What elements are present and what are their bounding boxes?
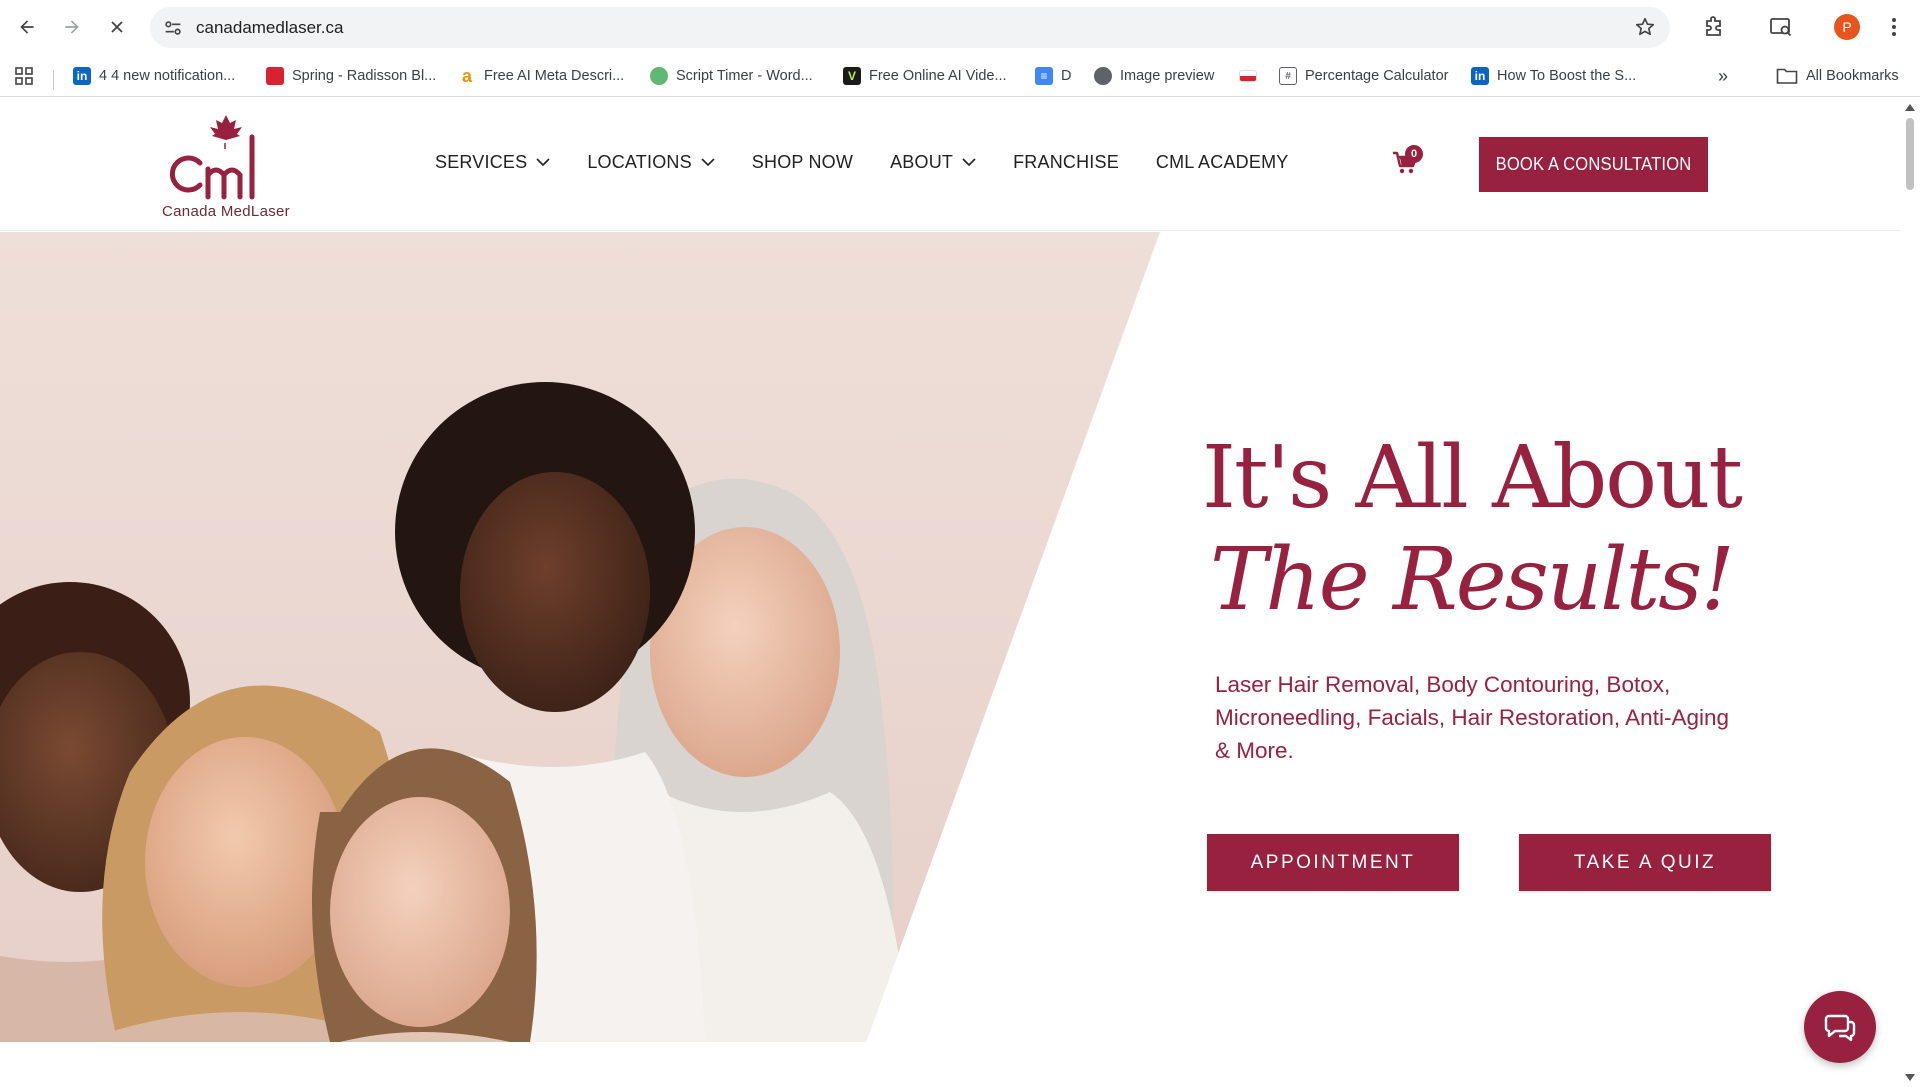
linkedin-icon: in bbox=[1471, 67, 1489, 85]
google-docs-icon: ≡ bbox=[1035, 67, 1053, 85]
back-button[interactable] bbox=[10, 10, 44, 44]
nav-label: FRANCHISE bbox=[1013, 152, 1119, 172]
url-text[interactable]: canadamedlaser.ca bbox=[196, 18, 343, 38]
all-bookmarks-button[interactable]: All Bookmarks bbox=[1776, 64, 1899, 88]
bookmark-item[interactable]: in How To Boost the S... bbox=[1471, 64, 1636, 88]
close-icon bbox=[111, 21, 123, 33]
nav-locations[interactable]: LOCATIONS bbox=[587, 152, 715, 173]
profile-avatar[interactable]: P bbox=[1834, 14, 1860, 40]
nav-services[interactable]: SERVICES bbox=[435, 152, 550, 173]
main-nav: SERVICES LOCATIONS SHOP NOW ABOUT FRANCH… bbox=[435, 152, 1325, 173]
puzzle-icon bbox=[1706, 16, 1721, 36]
bookmark-item[interactable]: Image preview bbox=[1094, 64, 1214, 88]
nav-label: ABOUT bbox=[890, 152, 954, 172]
nav-label: LOCATIONS bbox=[587, 152, 692, 172]
bookmark-item[interactable]: Spring - Radisson Bl... bbox=[266, 64, 436, 88]
book-consultation-button[interactable]: BOOK A CONSULTATION bbox=[1478, 137, 1709, 192]
apps-grid-icon bbox=[15, 67, 33, 85]
timer-icon bbox=[650, 67, 668, 85]
site-header: Canada MedLaser SERVICES LOCATIONS SHOP … bbox=[0, 98, 1900, 231]
bookmark-label: D bbox=[1061, 68, 1072, 84]
bookmark-label: Spring - Radisson Bl... bbox=[292, 68, 437, 84]
extensions-button[interactable] bbox=[1700, 13, 1728, 41]
hero-headline-line1: It's All About bbox=[1202, 428, 1743, 528]
bookmark-item[interactable]: in 4 4 new notification... bbox=[73, 64, 235, 88]
flag-icon bbox=[1239, 70, 1257, 82]
hero-image bbox=[0, 232, 1160, 1042]
all-bookmarks-label: All Bookmarks bbox=[1806, 68, 1899, 84]
amazon-a-icon: a bbox=[461, 65, 472, 86]
linkedin-icon: in bbox=[73, 67, 91, 85]
bookmark-item[interactable]: a Free AI Meta Descri... bbox=[458, 64, 624, 88]
nav-label: SHOP NOW bbox=[751, 152, 854, 172]
group-portrait-image bbox=[0, 232, 1160, 1042]
nav-label: SERVICES bbox=[435, 152, 528, 172]
bookmark-item[interactable]: # Percentage Calculator bbox=[1279, 64, 1448, 88]
chat-bubbles-icon bbox=[1824, 1014, 1856, 1042]
take-quiz-button[interactable]: TAKE A QUIZ bbox=[1519, 834, 1771, 891]
nav-franchise[interactable]: FRANCHISE bbox=[1013, 152, 1119, 173]
apps-button[interactable] bbox=[14, 64, 34, 88]
bookmark-item[interactable]: ≡ D bbox=[1035, 64, 1071, 88]
more-bookmarks-button[interactable]: » bbox=[1718, 64, 1728, 88]
bookmark-label: 4 4 new notification... bbox=[99, 68, 236, 84]
bookmark-item[interactable]: Script Timer - Word... bbox=[650, 64, 813, 88]
screen-search-icon bbox=[1770, 18, 1792, 37]
bookmark-item[interactable]: V Free Online AI Vide... bbox=[843, 64, 1007, 88]
page-scrollbar[interactable] bbox=[1900, 98, 1920, 1087]
double-chevron-right-icon: » bbox=[1718, 65, 1729, 86]
appointment-button[interactable]: APPOINTMENT bbox=[1207, 834, 1459, 891]
arrow-left-icon bbox=[20, 20, 34, 34]
bookmark-label: Percentage Calculator bbox=[1305, 68, 1449, 84]
stop-loading-button[interactable] bbox=[100, 10, 134, 44]
arrow-right-icon bbox=[65, 20, 79, 34]
scroll-up-arrow[interactable] bbox=[1905, 104, 1915, 111]
bookmarks-divider bbox=[53, 70, 54, 90]
v-logo-icon: V bbox=[843, 67, 861, 85]
nav-shop-now[interactable]: SHOP NOW bbox=[752, 152, 853, 173]
nav-about[interactable]: ABOUT bbox=[890, 152, 976, 173]
bookmarks-bar: in 4 4 new notification... Spring - Radi… bbox=[0, 55, 1920, 97]
cart-count-badge: 0 bbox=[1405, 145, 1423, 163]
cml-logo-mark bbox=[169, 115, 255, 200]
nav-cml-academy[interactable]: CML ACADEMY bbox=[1156, 152, 1289, 173]
bookmark-star-icon[interactable] bbox=[1634, 16, 1656, 38]
tab-search-button[interactable] bbox=[1767, 13, 1795, 41]
globe-icon bbox=[1094, 67, 1112, 85]
bookmark-item[interactable] bbox=[1239, 64, 1265, 88]
logo-wordmark: Canada MedLaser bbox=[162, 203, 290, 220]
address-bar[interactable]: canadamedlaser.ca bbox=[150, 7, 1670, 48]
scroll-down-arrow[interactable] bbox=[1905, 1074, 1915, 1081]
forward-button[interactable] bbox=[55, 10, 89, 44]
hero-services-text: Laser Hair Removal, Body Contouring, Bot… bbox=[1215, 672, 1729, 763]
browser-toolbar: canadamedlaser.ca P bbox=[0, 0, 1920, 55]
bookmark-label: Image preview bbox=[1120, 68, 1215, 84]
folder-icon bbox=[1776, 68, 1798, 84]
hero-headline-line2: The Results! bbox=[1210, 530, 1735, 630]
calculator-icon: # bbox=[1279, 67, 1297, 85]
chevron-down-icon bbox=[962, 158, 976, 167]
site-info-icon[interactable] bbox=[162, 17, 184, 39]
browser-menu-button[interactable] bbox=[1880, 13, 1908, 41]
bookmark-label: Script Timer - Word... bbox=[676, 68, 813, 84]
scroll-thumb[interactable] bbox=[1906, 118, 1914, 190]
chevron-down-icon bbox=[701, 158, 715, 167]
chevron-down-icon bbox=[536, 158, 550, 167]
radisson-icon bbox=[266, 67, 284, 85]
site-logo[interactable]: Canada MedLaser bbox=[156, 113, 296, 225]
chat-button[interactable] bbox=[1804, 991, 1876, 1063]
bookmark-label: Free Online AI Vide... bbox=[869, 68, 1007, 84]
bookmark-label: Free AI Meta Descri... bbox=[484, 68, 625, 84]
bookmark-label: How To Boost the S... bbox=[1497, 68, 1637, 84]
more-vertical-icon bbox=[1892, 18, 1896, 36]
nav-label: CML ACADEMY bbox=[1155, 152, 1289, 172]
